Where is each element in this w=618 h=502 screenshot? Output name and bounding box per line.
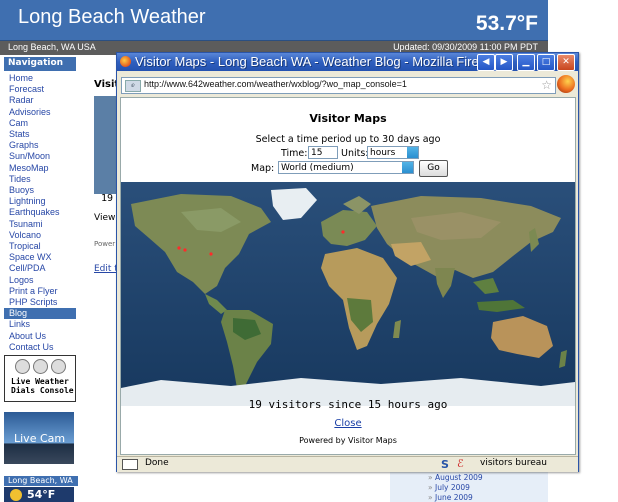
sidebar-item-cell-pda[interactable]: Cell/PDA xyxy=(4,263,76,274)
visitor-maps-window: Visitor Maps - Long Beach WA - Weather B… xyxy=(116,52,579,472)
blog-map-thumbnail[interactable] xyxy=(94,96,118,194)
livecam-label: Live Cam xyxy=(14,432,66,445)
dials-console-link[interactable]: Live Weather Dials Console xyxy=(4,355,76,402)
archive-link[interactable]: » July 2009 xyxy=(428,483,470,492)
site-identity-icon[interactable]: ⅇ xyxy=(125,80,141,92)
sidebar-item-stats[interactable]: Stats xyxy=(4,129,76,140)
dial-icon xyxy=(33,359,48,374)
window-titlebar[interactable]: Visitor Maps - Long Beach WA - Weather B… xyxy=(117,53,578,71)
window-title: Visitor Maps - Long Beach WA - Weather B… xyxy=(135,54,480,69)
sidebar-item-mesomap[interactable]: MesoMap xyxy=(4,163,76,174)
blog-visitor-count: 19 xyxy=(101,193,114,204)
maximize-button[interactable]: □ xyxy=(537,54,555,71)
dropdown-arrow-icon[interactable] xyxy=(402,162,413,173)
map-label: Map: xyxy=(251,163,275,174)
sidebar-item-php-scripts[interactable]: PHP Scripts xyxy=(4,297,76,308)
weather-widget[interactable]: 54°F xyxy=(4,487,74,502)
sidebar-item-blog[interactable]: Blog xyxy=(4,308,76,320)
sidebar-item-about-us[interactable]: About Us xyxy=(4,331,76,342)
visitors-bureau-icon[interactable]: ℰ xyxy=(457,457,464,470)
connection-icon xyxy=(122,459,138,470)
close-window-button[interactable]: ✕ xyxy=(557,54,575,71)
dial-icon xyxy=(51,359,66,374)
star-icon[interactable]: ☆ xyxy=(541,78,552,92)
sidebar-item-tsunami[interactable]: Tsunami xyxy=(4,219,76,230)
back-button[interactable]: ◀ xyxy=(477,54,495,71)
time-label: Time: xyxy=(281,148,308,159)
sidebar-item-advisories[interactable]: Advisories xyxy=(4,107,76,118)
close-link[interactable]: Close xyxy=(121,418,575,429)
sidebar-item-volcano[interactable]: Volcano xyxy=(4,230,76,241)
address-url[interactable]: http://www.642weather.com/weather/wxblog… xyxy=(144,79,407,89)
world-map xyxy=(121,182,575,406)
firefox-icon xyxy=(120,56,131,67)
blog-edit-link[interactable]: Edit t xyxy=(94,264,118,274)
dials-console-label: Live Weather Dials Console xyxy=(11,377,74,395)
sidebar-item-sun-moon[interactable]: Sun/Moon xyxy=(4,151,76,162)
sidebar-item-print-a-flyer[interactable]: Print a Flyer xyxy=(4,286,76,297)
weather-widget-temp: 54°F xyxy=(27,488,56,501)
sidebar-item-space-wx[interactable]: Space WX xyxy=(4,252,76,263)
nav-list: Home Forecast Radar Advisories Cam Stats Graph… xyxy=(4,73,76,353)
blog-view-link[interactable]: View xyxy=(94,213,115,223)
sidebar-item-home[interactable]: Home xyxy=(4,73,76,84)
status-text: Done xyxy=(145,458,169,468)
units-select[interactable]: hours xyxy=(367,146,419,159)
sidebar-item-graphs[interactable]: Graphs xyxy=(4,140,76,151)
sidebar-item-radar[interactable]: Radar xyxy=(4,95,76,106)
site-title[interactable]: Long Beach Weather xyxy=(18,6,206,29)
sidebar-item-buoys[interactable]: Buoys xyxy=(4,185,76,196)
dropdown-arrow-icon[interactable] xyxy=(407,147,418,158)
time-period-instructions: Select a time period up to 30 days ago xyxy=(255,134,441,145)
sidebar-item-logos[interactable]: Logos xyxy=(4,275,76,286)
page-content: Visitor Maps Select a time period up to … xyxy=(120,97,576,455)
sidebar-item-forecast[interactable]: Forecast xyxy=(4,84,76,95)
sidebar-item-earthquakes[interactable]: Earthquakes xyxy=(4,207,76,218)
visitors-bureau-label[interactable]: visitors bureau xyxy=(480,458,547,468)
status-bar: Done S ℰ visitors bureau xyxy=(117,456,578,472)
page-title: Visitor Maps xyxy=(309,112,387,125)
forward-button[interactable]: ▶ xyxy=(495,54,513,71)
address-bar[interactable]: ⅇ http://www.642weather.com/weather/wxbl… xyxy=(121,77,556,94)
minimize-button[interactable]: ▁ xyxy=(517,54,535,71)
world-map-image xyxy=(121,182,575,406)
sidebar-item-tides[interactable]: Tides xyxy=(4,174,76,185)
current-temperature: 53.7°F xyxy=(475,12,538,35)
sidebar-item-contact-us[interactable]: Contact Us xyxy=(4,342,76,353)
s-addon-icon[interactable]: S xyxy=(441,458,449,471)
visitor-summary: 19 visitors since 15 hours ago xyxy=(248,398,448,411)
location-text: Long Beach, WA USA xyxy=(8,42,96,52)
livecam-link[interactable]: Live Cam xyxy=(4,412,74,464)
nav-heading: Navigation xyxy=(4,57,76,71)
sidebar-item-cam[interactable]: Cam xyxy=(4,118,76,129)
archive-link[interactable]: » August 2009 xyxy=(428,473,483,482)
updated-timestamp: Updated: 09/30/2009 11:00 PM PDT xyxy=(393,42,538,52)
archive-link[interactable]: » June 2009 xyxy=(428,493,473,502)
time-input[interactable]: 15 xyxy=(308,146,338,159)
sidebar-item-lightning[interactable]: Lightning xyxy=(4,196,76,207)
go-button[interactable]: Go xyxy=(419,160,448,177)
weather-widget-title: Long Beach, WA xyxy=(4,476,78,486)
sidebar-item-links[interactable]: Links xyxy=(4,319,76,330)
firefox-icon xyxy=(557,75,575,93)
powered-by-text: Powered by Visitor Maps xyxy=(299,436,397,445)
site-header: Long Beach Weather 53.7°F xyxy=(0,0,548,41)
dial-icon xyxy=(15,359,30,374)
units-label: Units: xyxy=(341,148,369,159)
sidebar-navigation: Navigation Home Forecast Radar Advisories Ca… xyxy=(4,57,76,353)
sun-icon xyxy=(10,489,22,501)
map-select[interactable]: World (medium) xyxy=(278,161,414,174)
blog-powered-text: Power xyxy=(94,240,116,248)
sidebar-item-tropical[interactable]: Tropical xyxy=(4,241,76,252)
